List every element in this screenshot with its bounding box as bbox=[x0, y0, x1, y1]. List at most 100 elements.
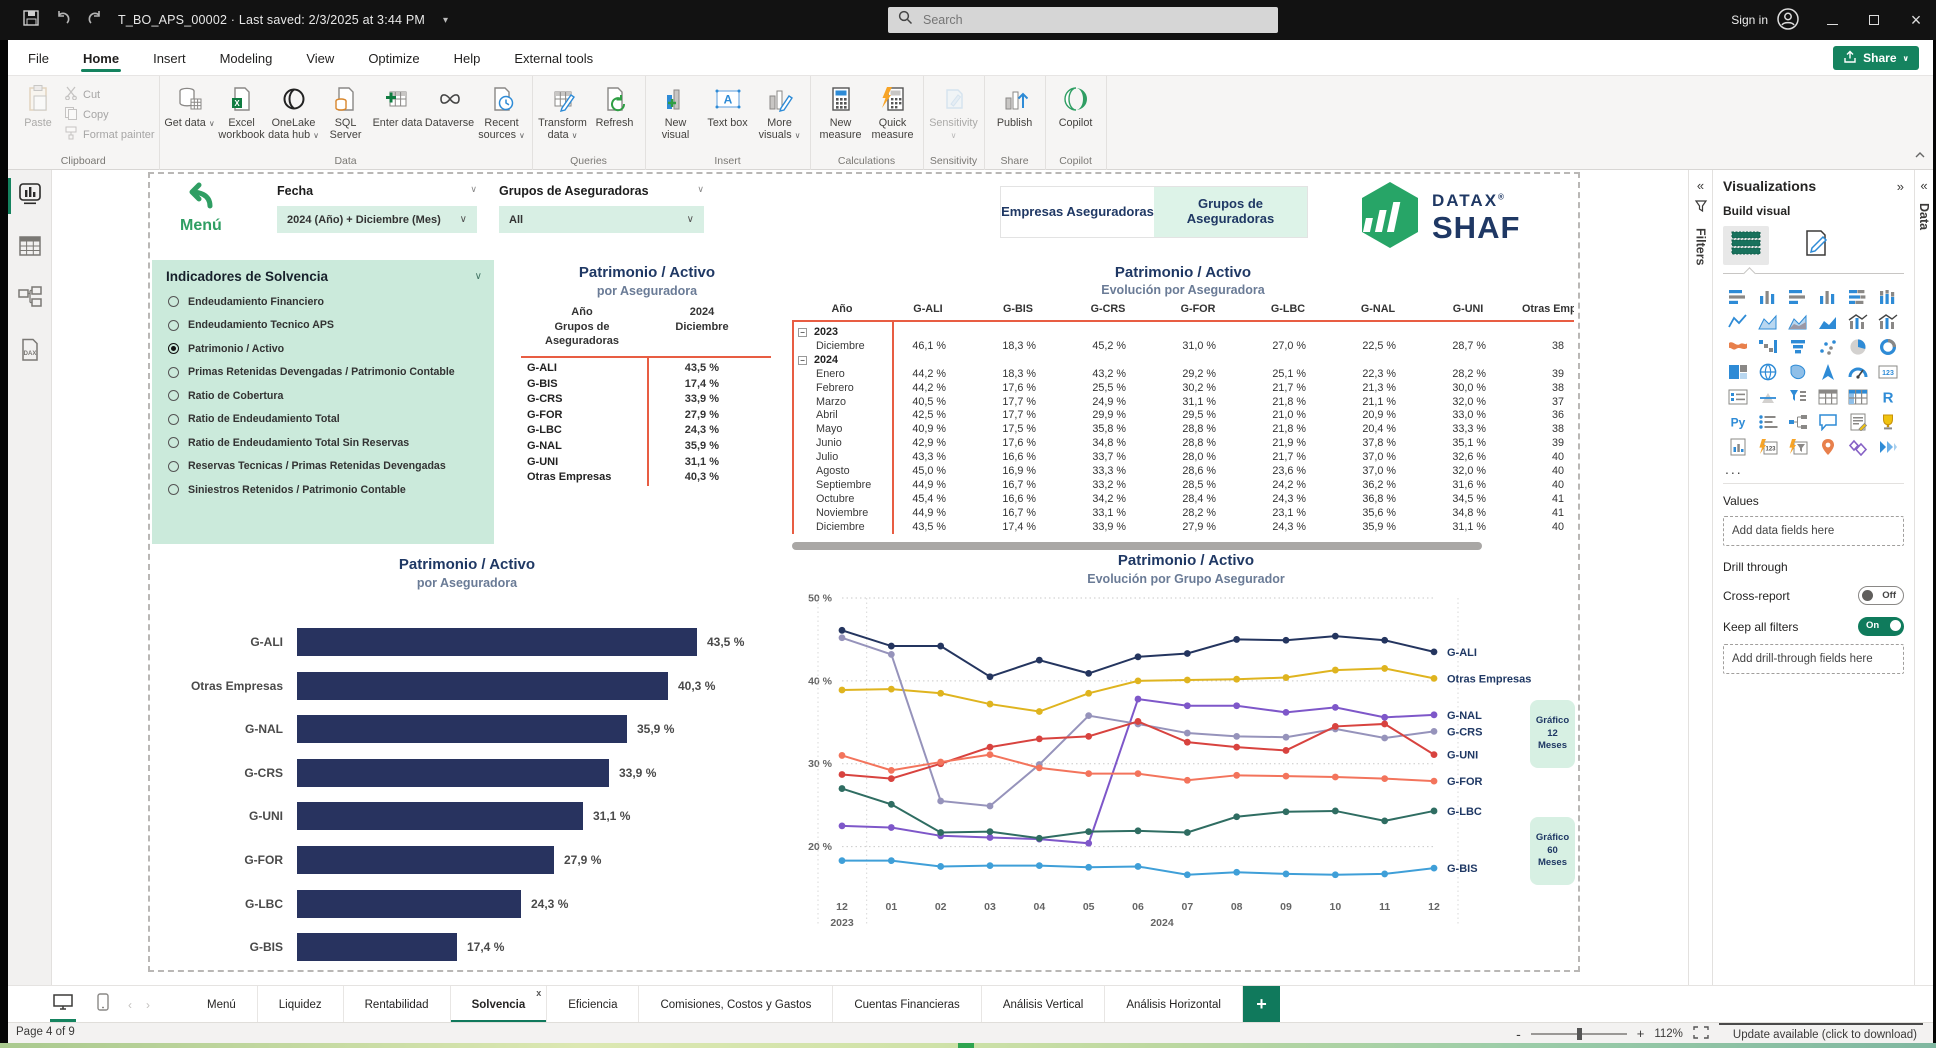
close-button[interactable]: × bbox=[1906, 10, 1926, 31]
viz-icon-100-stacked-column-chart[interactable] bbox=[1873, 284, 1903, 309]
viz-icon-stacked-bar-chart[interactable] bbox=[1723, 284, 1753, 309]
radio-icon[interactable] bbox=[168, 367, 179, 378]
ribbon-button-quick-measure[interactable]: Quick measure bbox=[867, 80, 919, 142]
patrimonio-activo-bar-chart[interactable]: Patrimonio / Activopor AseguradoraG-ALI … bbox=[157, 556, 777, 972]
viz-icon-scatter-chart[interactable] bbox=[1813, 334, 1843, 359]
indicator-option[interactable]: Ratio de Endeudamiento Total bbox=[152, 408, 494, 432]
viz-icon-map[interactable] bbox=[1753, 359, 1783, 384]
viz-icon-smart-narrative[interactable] bbox=[1843, 409, 1873, 434]
more-visual-types-button[interactable]: ... bbox=[1725, 461, 1904, 477]
ribbon-button-text-box[interactable]: A Text box bbox=[702, 80, 754, 129]
menu-tab-insert[interactable]: Insert bbox=[151, 43, 188, 74]
nav-dax-query-view[interactable]: DAX bbox=[8, 326, 52, 378]
nav-table-view[interactable] bbox=[8, 222, 52, 274]
radio-icon[interactable] bbox=[168, 484, 179, 495]
bar[interactable] bbox=[297, 802, 583, 830]
data-rail[interactable]: « Data bbox=[1914, 170, 1933, 985]
menu-tab-help[interactable]: Help bbox=[452, 43, 483, 74]
search-input[interactable] bbox=[921, 12, 1268, 28]
patrimonio-activo-table[interactable]: Patrimonio / Activopor Aseguradora Año 2… bbox=[517, 264, 777, 492]
viz-icon-clustered-bar-chart[interactable] bbox=[1783, 284, 1813, 309]
ribbon-button-cut[interactable]: Cut bbox=[64, 86, 155, 103]
viz-icon-metrics[interactable] bbox=[1843, 434, 1873, 459]
bar[interactable] bbox=[297, 933, 457, 961]
close-tab-icon[interactable]: x bbox=[536, 988, 541, 998]
expand-filters-icon[interactable]: « bbox=[1689, 178, 1712, 193]
viz-icon-pie-chart[interactable] bbox=[1843, 334, 1873, 359]
chevron-down-icon[interactable]: ∨ bbox=[697, 184, 704, 198]
chevron-down-icon[interactable]: ∨ bbox=[475, 271, 482, 282]
viz-icon-line-chart[interactable] bbox=[1723, 309, 1753, 334]
viz-icon-arcgis-map[interactable] bbox=[1813, 434, 1843, 459]
viz-icon-area-chart[interactable] bbox=[1753, 309, 1783, 334]
matrix-year-row[interactable]: −2024 bbox=[798, 354, 838, 366]
viz-icon-matrix[interactable] bbox=[1843, 384, 1873, 409]
account-avatar-icon[interactable] bbox=[1776, 7, 1800, 34]
viz-icon-100-stacked-bar-chart[interactable] bbox=[1843, 284, 1873, 309]
viz-icon-ribbon-chart[interactable] bbox=[1723, 334, 1753, 359]
mobile-layout-icon[interactable] bbox=[92, 991, 114, 1019]
minimize-button[interactable] bbox=[1822, 12, 1842, 29]
bar[interactable] bbox=[297, 715, 627, 743]
menu-tab-view[interactable]: View bbox=[304, 43, 336, 74]
fit-to-page-icon[interactable] bbox=[1693, 1026, 1709, 1042]
collapse-icon[interactable]: − bbox=[798, 328, 807, 337]
desktop-layout-icon[interactable] bbox=[48, 991, 78, 1018]
grupos-slicer-value[interactable]: All∨ bbox=[499, 206, 704, 233]
page-tab-análisis-vertical[interactable]: Análisis Vertical bbox=[982, 986, 1106, 1023]
grafico-60-meses-button[interactable]: Gráfico60Meses bbox=[1530, 817, 1575, 885]
viz-icon-paginated-report[interactable] bbox=[1723, 434, 1753, 459]
ribbon-button-new-measure[interactable]: New measure bbox=[815, 80, 867, 142]
update-available-link[interactable]: Update available (click to download) bbox=[1719, 1023, 1923, 1044]
page-tab-análisis-horizontal[interactable]: Análisis Horizontal bbox=[1105, 986, 1243, 1023]
next-page-icon[interactable]: › bbox=[146, 998, 150, 1012]
redo-icon[interactable] bbox=[86, 9, 104, 32]
bar[interactable] bbox=[297, 628, 697, 656]
viz-icon-line-and-stacked-column-chart[interactable] bbox=[1843, 309, 1873, 334]
build-visual-tab[interactable] bbox=[1723, 226, 1769, 265]
radio-icon[interactable] bbox=[168, 461, 179, 472]
indicator-option[interactable]: Ratio de Endeudamiento Total Sin Reserva… bbox=[152, 431, 494, 455]
ribbon-button-refresh[interactable]: Refresh bbox=[589, 80, 641, 129]
zoom-out-button[interactable]: - bbox=[1516, 1026, 1521, 1042]
bar[interactable] bbox=[297, 890, 521, 918]
radio-icon[interactable] bbox=[168, 390, 179, 401]
page-tab-cuentas-financieras[interactable]: Cuentas Financieras bbox=[833, 986, 981, 1023]
viz-icon-stacked-column-chart[interactable] bbox=[1753, 284, 1783, 309]
viz-icon-card[interactable]: 123 bbox=[1873, 359, 1903, 384]
ribbon-button-copy[interactable]: Copy bbox=[64, 106, 155, 123]
filters-rail[interactable]: « Filters bbox=[1688, 170, 1712, 985]
indicator-option[interactable]: Reservas Tecnicas / Primas Retenidas Dev… bbox=[152, 455, 494, 479]
sign-in-button[interactable]: Sign in bbox=[1731, 7, 1800, 34]
chevron-down-icon[interactable]: ∨ bbox=[470, 184, 477, 198]
indicator-option[interactable]: Siniestros Retenidos / Patrimonio Contab… bbox=[152, 478, 494, 502]
viz-icon-qa-visual[interactable] bbox=[1813, 409, 1843, 434]
ribbon-button-format-painter[interactable]: Format painter bbox=[64, 126, 155, 143]
ribbon-button-excel-workbook[interactable]: X Excel workbook bbox=[216, 80, 268, 142]
ribbon-button-sql-server[interactable]: SQL Server bbox=[320, 80, 372, 142]
menu-back-button[interactable]: Menú bbox=[180, 180, 250, 235]
report-page[interactable]: Menú Fecha∨ 2024 (Año) + Diciembre (Mes)… bbox=[148, 172, 1580, 972]
bar[interactable] bbox=[297, 759, 609, 787]
ribbon-button-dataverse[interactable]: Dataverse bbox=[424, 80, 476, 129]
bar[interactable] bbox=[297, 846, 554, 874]
viz-icon-power-automate-visual[interactable] bbox=[1783, 434, 1813, 459]
matrix-horizontal-scrollbar[interactable] bbox=[792, 542, 1482, 550]
indicator-option[interactable]: Primas Retenidas Devengadas / Patrimonio… bbox=[152, 361, 494, 385]
viz-icon-goals[interactable] bbox=[1873, 409, 1903, 434]
viz-icon-clustered-column-chart[interactable] bbox=[1813, 284, 1843, 309]
indicator-option[interactable]: Endeudamiento Financiero bbox=[152, 290, 494, 314]
undo-icon[interactable] bbox=[54, 9, 72, 32]
ribbon-button-new-visual[interactable]: New visual bbox=[650, 80, 702, 142]
fecha-slicer-value[interactable]: 2024 (Año) + Diciembre (Mes)∨ bbox=[277, 206, 477, 233]
viz-icon-key-influencers[interactable] bbox=[1753, 409, 1783, 434]
ribbon-button-recent-sources[interactable]: Recent sources ∨ bbox=[476, 80, 528, 142]
indicator-option[interactable]: Ratio de Cobertura bbox=[152, 384, 494, 408]
viz-icon-r-script-visual[interactable]: R bbox=[1873, 384, 1903, 409]
page-tab-comisiones-costos-y-gastos[interactable]: Comisiones, Costos y Gastos bbox=[639, 986, 833, 1023]
ribbon-button-paste[interactable]: Paste bbox=[12, 80, 64, 129]
empresas-aseguradoras-button[interactable]: Empresas Aseguradoras bbox=[1001, 187, 1154, 237]
viz-icon-python-visual[interactable]: Py bbox=[1723, 409, 1753, 434]
ribbon-button-enter-data[interactable]: Enter data bbox=[372, 80, 424, 129]
add-drill-through-fields-dropzone[interactable]: Add drill-through fields here bbox=[1723, 644, 1904, 674]
